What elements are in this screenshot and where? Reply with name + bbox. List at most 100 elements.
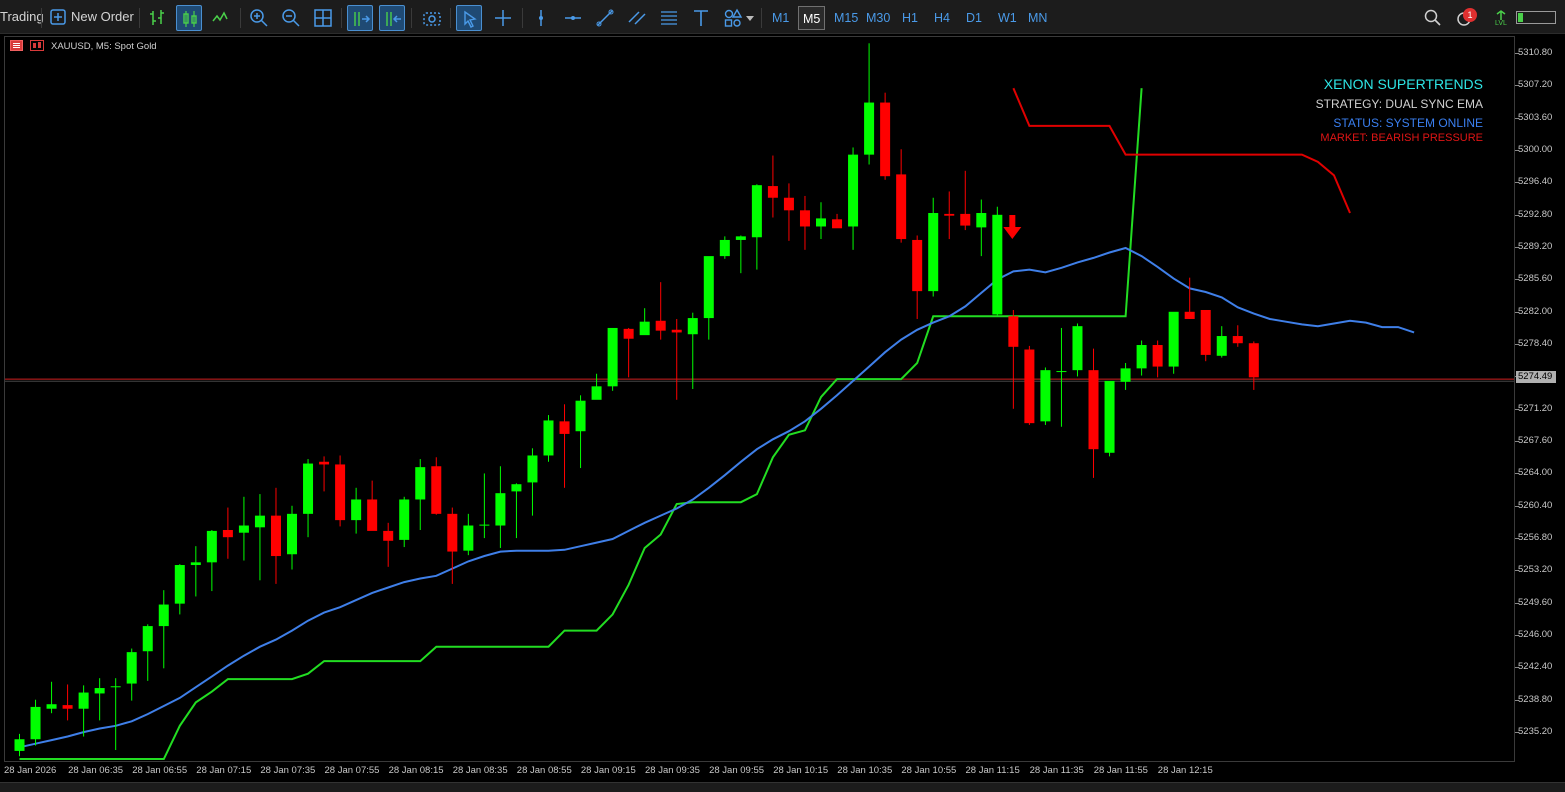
candle-bull: [94, 688, 105, 694]
candle-bear: [671, 329, 682, 333]
grid-icon[interactable]: [310, 5, 336, 31]
candle-bull: [78, 692, 89, 709]
time-tick-label: 28 Jan 06:55: [132, 765, 188, 776]
toolbar-separator: [240, 8, 241, 28]
candle-bear: [559, 421, 570, 434]
candle-bull: [287, 513, 298, 555]
candle-bull: [351, 499, 362, 521]
zoom-in-icon[interactable]: [246, 5, 272, 31]
info-status: STATUS: SYSTEM ONLINE: [1333, 116, 1483, 130]
fibonacci-icon[interactable]: [656, 5, 682, 31]
screenshot-icon[interactable]: [419, 5, 445, 31]
time-axis[interactable]: 28 Jan 2026 28 Jan 06:35 28 Jan 06:55 28 Ja…: [0, 762, 1565, 782]
candle-bull: [126, 652, 137, 684]
channel-icon[interactable]: [624, 5, 650, 31]
chart-menu-icon[interactable]: [10, 40, 23, 51]
horizontal-line-icon[interactable]: [560, 5, 586, 31]
candle-bull: [14, 739, 25, 751]
candle-bull: [463, 525, 474, 551]
candle-bear: [319, 461, 330, 465]
time-tick-label: 28 Jan 10:15: [773, 765, 829, 776]
time-tick-label: 28 Jan 07:15: [196, 765, 252, 776]
candle-bull: [735, 236, 746, 240]
price-tick-label: 5285.60: [1518, 273, 1553, 285]
candle-bull: [254, 515, 265, 528]
candle-bull: [1216, 336, 1227, 356]
search-icon[interactable]: [1420, 5, 1446, 31]
candle-bull: [1040, 370, 1051, 422]
candle-bull: [575, 400, 586, 432]
time-tick-label: 28 Jan 11:55: [1093, 765, 1148, 776]
candle-bear: [1152, 345, 1163, 367]
candle-bull: [992, 214, 1003, 315]
candle-bear: [1200, 309, 1211, 355]
timeframe-m1[interactable]: M1: [768, 6, 793, 30]
candle-bull: [607, 327, 618, 387]
candle-bear: [623, 328, 634, 339]
chart-shift-icon[interactable]: [379, 5, 405, 31]
candle-bull: [848, 154, 859, 227]
candle-bull: [1168, 311, 1179, 367]
time-tick-label: 28 Jan 07:55: [324, 765, 380, 776]
line-chart-icon[interactable]: [208, 5, 234, 31]
sell-arrow-icon: [1003, 215, 1022, 239]
timeframe-mn[interactable]: MN: [1024, 6, 1051, 30]
chart-area[interactable]: [4, 36, 1515, 762]
text-icon[interactable]: [688, 5, 714, 31]
candle-bull: [1104, 380, 1115, 453]
crosshair-icon[interactable]: [490, 5, 516, 31]
timeframe-h4[interactable]: H4: [930, 6, 954, 30]
cursor-icon[interactable]: [456, 5, 482, 31]
price-tick-label: 5253.20: [1518, 564, 1553, 576]
auto-scroll-icon[interactable]: [347, 5, 373, 31]
new-order-button[interactable]: New Order: [71, 0, 134, 34]
time-tick-label: 28 Jan 12:15: [1157, 765, 1213, 776]
candle-bull: [1136, 345, 1147, 369]
price-axis[interactable]: 5310.80 5307.20 5303.60 5300.00 5296.40 5292.…: [1515, 36, 1565, 762]
candle-bear: [335, 464, 346, 521]
candle-bull: [1072, 326, 1083, 371]
price-tick-label: 5238.80: [1518, 693, 1553, 705]
timeframe-h1[interactable]: H1: [898, 6, 922, 30]
vertical-line-icon[interactable]: [528, 5, 554, 31]
timeframe-d1[interactable]: D1: [962, 6, 986, 30]
candle-bear: [960, 213, 971, 226]
time-tick-label: 28 Jan 11:35: [1029, 765, 1084, 776]
time-tick-label: 28 Jan 09:15: [580, 765, 636, 776]
timeframe-m30[interactable]: M30: [862, 6, 894, 30]
candle-bear: [912, 239, 923, 292]
time-tick-label: 28 Jan 10:55: [901, 765, 957, 776]
toolbar-separator: [139, 8, 140, 28]
time-tick-label: 28 Jan 08:35: [452, 765, 508, 776]
candle-bull: [479, 524, 490, 526]
candle-bull: [816, 218, 826, 227]
candle-bear: [431, 466, 442, 514]
timeframe-w1[interactable]: W1: [994, 6, 1021, 30]
chevron-down-icon[interactable]: [746, 16, 754, 21]
new-order-icon[interactable]: [46, 5, 72, 31]
candle-bear: [880, 102, 891, 177]
price-tick-label: 5278.40: [1518, 338, 1553, 350]
candle-bear: [1008, 316, 1019, 347]
price-tick-label: 5296.40: [1518, 176, 1553, 188]
candle-bull: [142, 626, 153, 652]
lvl-label: LVL: [1495, 20, 1507, 27]
chart-type-icon[interactable]: [30, 40, 44, 51]
bar-chart-icon[interactable]: [145, 5, 171, 31]
zoom-out-icon[interactable]: [278, 5, 304, 31]
candle-bull: [174, 565, 185, 604]
timeframe-m5[interactable]: M5: [798, 6, 826, 30]
trading-menu[interactable]: Trading: [0, 0, 44, 34]
candle-bear: [944, 213, 955, 216]
time-tick-label: 28 Jan 11:15: [965, 765, 1020, 776]
toolbar-separator: [761, 8, 762, 28]
trendline-icon[interactable]: [592, 5, 618, 31]
candlestick-icon[interactable]: [176, 5, 202, 31]
price-tick-label: 5246.00: [1518, 628, 1553, 640]
candle-bear: [783, 197, 794, 211]
shapes-icon[interactable]: [720, 5, 746, 31]
candle-bear: [655, 320, 666, 331]
timeframe-m15[interactable]: M15: [830, 6, 862, 30]
signal-strength-icon[interactable]: [1488, 5, 1514, 31]
chart-canvas[interactable]: [5, 37, 1514, 761]
